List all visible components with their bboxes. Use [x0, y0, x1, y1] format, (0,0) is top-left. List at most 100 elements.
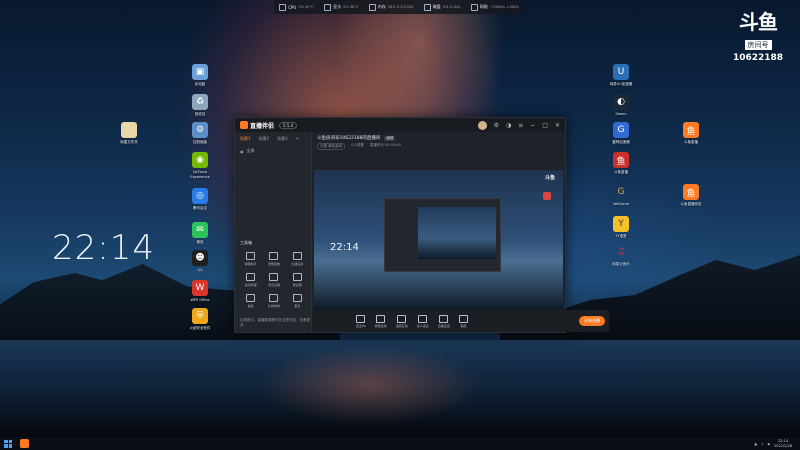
tool-replay[interactable]: 录像回放 — [262, 252, 285, 266]
notification-icon[interactable]: ▲ — [754, 442, 757, 446]
close-icon[interactable]: ✕ — [555, 122, 560, 129]
app-main-panel: 斗鱼房间号10622188的直播间 编辑 分类 单机游戏 0人观看 直播时长 00… — [312, 132, 609, 332]
network-icon[interactable]: ◈ — [767, 442, 770, 446]
cpu-icon — [279, 3, 287, 11]
settings-icon[interactable]: ⚙ — [494, 122, 499, 129]
desktop-icon-huorong[interactable]: ⛨ 火绒安全软件 — [183, 308, 217, 331]
desktop-icon-control-panel[interactable]: ⚙ 控制面板 — [183, 122, 217, 145]
taskbar: ▲ ♪ ◈ 22:14 2022/2/28 — [0, 437, 800, 450]
room-manage-icon — [246, 273, 256, 281]
desktop-icon-douyu-live[interactable]: 鱼斗鱼直播 — [674, 122, 708, 145]
tool-danmaku[interactable]: 弹幕助手 — [239, 252, 262, 266]
desktop-icon-uu[interactable]: U 网易UU加速器 — [604, 64, 638, 87]
multi-link-icon — [418, 314, 428, 323]
desktop-icon-folder[interactable]: 新建文件夹 — [112, 122, 146, 145]
wps-icon: W — [192, 280, 208, 296]
desktop-icon-recycle-bin[interactable]: ♻ 回收站 — [183, 94, 217, 117]
wechat-icon: ✉ — [192, 222, 208, 238]
beauty-icon — [458, 314, 468, 323]
stat-gpu: 显卡 5% 48°C — [324, 3, 358, 11]
douyu-logo: 斗鱼 — [739, 10, 778, 34]
streaming-app-window[interactable]: 直播伴侣 5.5.4 ⚙ ◑ ≡ − □ ✕ 场景1 场景2 场景3 + ◉ 全屏… — [234, 117, 609, 333]
menu-icon[interactable]: ≡ — [518, 122, 523, 129]
desktop-icon-steam[interactable]: ◐ Steam — [604, 94, 638, 117]
desktop-icon-wechat[interactable]: ✉ 微信 — [183, 222, 217, 245]
volume-icon[interactable]: ♪ — [761, 442, 763, 446]
stat-cpu: CPU 0% 45°C — [279, 3, 314, 11]
window-controls: ⚙ ◑ ≡ − □ ✕ — [477, 120, 560, 130]
wegame-icon: G — [617, 187, 625, 197]
desktop-clock: 22:14 — [52, 228, 155, 268]
douyu-icon: 鱼 — [683, 122, 699, 138]
douyu-logo-icon — [240, 121, 248, 129]
scene-tabs: 场景1 场景2 场景3 + — [235, 132, 311, 146]
room-label: 房间号 — [744, 40, 772, 50]
meeting-icon: ◎ — [192, 188, 208, 204]
btn-beauty[interactable]: 美颜 — [458, 314, 468, 328]
eye-icon[interactable]: ◉ — [240, 149, 244, 154]
fans-icon — [292, 273, 302, 281]
stat-memory: 内存 26% 5.2G/16G — [368, 3, 413, 11]
stream-preview[interactable]: 斗鱼 22:14 — [314, 170, 563, 310]
tool-tasks[interactable]: 主播任务 — [286, 252, 309, 266]
btn-multi-link[interactable]: 多人连麦 — [417, 314, 429, 328]
add-scene-icon[interactable]: + — [296, 136, 299, 142]
minimize-icon[interactable]: − — [530, 122, 535, 129]
viewer-count: 0人观看 — [351, 143, 364, 147]
tool-fans[interactable]: 粉丝团 — [286, 273, 309, 287]
tab-scene-2[interactable]: 场景2 — [259, 136, 270, 142]
tool-lottery[interactable]: 抽奖 — [239, 294, 262, 308]
more-icon — [292, 294, 302, 302]
btn-settings[interactable]: 直播设置 — [438, 314, 450, 328]
btn-video-link[interactable]: 视频连线 — [375, 314, 387, 328]
category-chip[interactable]: 分类 单机游戏 — [317, 143, 346, 150]
source-item-fullscreen[interactable]: ◉ 全屏 — [235, 146, 311, 156]
desktop-icon-wps[interactable]: W WPS Office — [183, 280, 217, 303]
tool-room-manage[interactable]: 房间管理 — [239, 273, 262, 287]
desktop-icon-accelerator[interactable]: G 雷神加速器 — [604, 122, 638, 145]
yy-icon: Y — [613, 216, 629, 232]
disk-icon — [423, 3, 431, 11]
control-panel-icon: ⚙ — [192, 122, 208, 138]
desktop-icon-geforce[interactable]: ◉ GeForce Experience — [183, 152, 217, 179]
room-number: 10622188 — [732, 53, 784, 63]
maximize-icon[interactable]: □ — [542, 122, 548, 129]
tool-more[interactable]: 更多 — [286, 294, 309, 308]
performance-monitor-bar: CPU 0% 45°C 显卡 5% 48°C 内存 26% 5.2G/16G 磁盘 0%… — [274, 0, 524, 14]
desktop-icon-music[interactable]: ♫ 网易云音乐 — [604, 244, 638, 267]
taskbar-clock[interactable]: 22:14 2022/2/28 — [774, 439, 792, 448]
tool-gift-effects[interactable]: 礼物特效 — [262, 294, 285, 308]
system-tray: ▲ ♪ ◈ 22:14 2022/2/28 — [754, 439, 800, 448]
lottery-icon — [246, 294, 256, 302]
desktop-icon-computer[interactable]: ▣ 此电脑 — [183, 64, 217, 87]
avatar[interactable] — [477, 120, 487, 130]
preview-nested-window — [384, 198, 501, 272]
taskbar-app-douyu[interactable] — [20, 439, 29, 448]
tool-music[interactable]: 音乐点歌 — [262, 273, 285, 287]
tab-scene-1[interactable]: 场景1 — [240, 136, 251, 142]
desktop-icon-yy[interactable]: Y YY语音 — [604, 216, 638, 239]
btn-pk[interactable]: 连麦PK — [356, 314, 366, 328]
app-titlebar[interactable]: 直播伴侣 5.5.4 ⚙ ◑ ≡ − □ ✕ — [235, 118, 565, 132]
lake-reflection — [260, 345, 480, 425]
start-button[interactable] — [4, 439, 12, 448]
douyu-watermark: 斗鱼 房间号 10622188 — [730, 12, 786, 63]
shield-icon: ⛨ — [192, 308, 208, 324]
go-live-button[interactable]: 开始直播 — [579, 316, 605, 326]
tab-scene-3[interactable]: 场景3 — [277, 136, 288, 142]
desktop-icon-meeting[interactable]: ◎ 腾讯会议 — [183, 188, 217, 211]
desktop-icon-douyu-companion[interactable]: 鱼斗鱼直播伴侣 — [674, 184, 708, 207]
desktop-icon-wegame[interactable]: G WeGame — [604, 184, 638, 207]
qq-icon: ☻ — [192, 250, 208, 266]
uu-icon: U — [613, 64, 629, 80]
desktop-icon-douyu[interactable]: 鱼斗鱼直播 — [604, 152, 638, 175]
btn-voice[interactable]: 语音互动 — [396, 314, 408, 328]
preview-nested-canvas — [418, 207, 496, 259]
room-title: 斗鱼房间号10622188的直播间 编辑 — [317, 135, 396, 141]
accelerator-icon: G — [613, 122, 629, 138]
edit-title-button[interactable]: 编辑 — [384, 135, 396, 141]
desktop-icon-qq[interactable]: ☻ QQ — [183, 250, 217, 273]
preview-clock: 22:14 — [330, 242, 359, 253]
gpu-icon — [324, 3, 332, 11]
skin-icon[interactable]: ◑ — [506, 122, 511, 129]
